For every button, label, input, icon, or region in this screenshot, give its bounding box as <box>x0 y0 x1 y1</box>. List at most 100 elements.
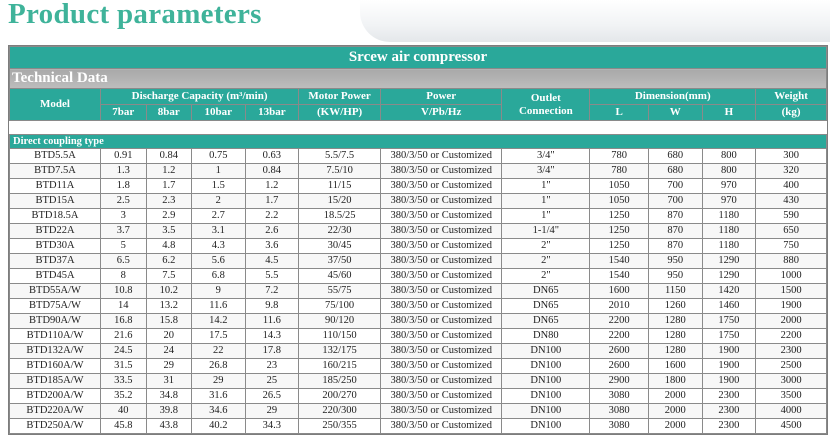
cell-outlet: 3/4" <box>501 148 591 164</box>
cell-dim-w: 1280 <box>647 313 703 329</box>
cell-model: BTD11A <box>9 178 101 194</box>
cell-dim-h: 1180 <box>701 223 757 239</box>
technical-data-row: Technical Data <box>9 68 827 89</box>
cell-weight: 2200 <box>755 328 827 344</box>
cell-dim-l: 2010 <box>589 298 649 314</box>
cell-dim-h: 1900 <box>701 358 757 374</box>
cell-cap-10bar: 11.6 <box>191 298 246 314</box>
cell-cap-7bar: 8 <box>100 268 147 284</box>
cell-cap-8bar: 2.3 <box>145 193 192 209</box>
cell-power: 380/3/50 or Customized <box>380 193 503 209</box>
table-row: BTD75A/W 14 13.2 11.6 9.8 75/100 380/3/50 or C… <box>9 298 827 314</box>
cell-cap-8bar: 43.8 <box>145 418 192 434</box>
cell-power: 380/3/50 or Customized <box>380 358 503 374</box>
cell-weight: 3000 <box>755 373 827 389</box>
cell-dim-l: 1050 <box>589 178 649 194</box>
cell-cap-10bar: 2.7 <box>191 208 246 224</box>
cell-motor-power: 37/50 <box>298 253 382 269</box>
table-row: BTD18.5A 3 2.9 2.7 2.2 18.5/25 380/3/50 or Cus… <box>9 208 827 224</box>
cell-outlet: DN100 <box>501 373 591 389</box>
cell-dim-w: 1280 <box>647 328 703 344</box>
cell-cap-10bar: 34.6 <box>191 403 246 419</box>
header-dim-w: W <box>647 104 703 121</box>
cell-dim-w: 2000 <box>647 403 703 419</box>
cell-power: 380/3/50 or Customized <box>380 148 503 164</box>
cell-weight: 1500 <box>755 283 827 299</box>
cell-weight: 320 <box>755 163 827 179</box>
cell-dim-l: 2600 <box>589 358 649 374</box>
cell-dim-l: 2900 <box>589 373 649 389</box>
cell-dim-w: 680 <box>647 163 703 179</box>
cell-cap-8bar: 1.7 <box>145 178 192 194</box>
header-pressure-13: 13bar <box>244 104 300 121</box>
table-row: BTD220A/W 40 39.8 34.6 29 220/300 380/3/50 or … <box>9 403 827 419</box>
cell-cap-13bar: 2.6 <box>244 223 300 239</box>
cell-cap-10bar: 14.2 <box>191 313 246 329</box>
spec-table: Srcew air compressor Technical Data Mode… <box>9 46 827 434</box>
cell-cap-7bar: 5 <box>100 238 147 254</box>
cell-cap-13bar: 9.8 <box>244 298 300 314</box>
cell-dim-w: 1600 <box>647 358 703 374</box>
cell-dim-w: 1800 <box>647 373 703 389</box>
cell-motor-power: 11/15 <box>298 178 382 194</box>
cell-cap-10bar: 4.3 <box>191 238 246 254</box>
cell-weight: 300 <box>755 148 827 164</box>
cell-outlet: DN100 <box>501 418 591 434</box>
cell-motor-power: 250/355 <box>298 418 382 434</box>
cell-dim-w: 680 <box>647 148 703 164</box>
cell-weight: 4500 <box>755 418 827 434</box>
table-row: BTD15A 2.5 2.3 2 1.7 15/20 380/3/50 or Customi… <box>9 193 827 209</box>
header-discharge: Discharge Capacity (m³/min) <box>99 88 300 105</box>
cell-dim-w: 1280 <box>647 343 703 359</box>
cell-cap-10bar: 1.5 <box>191 178 246 194</box>
header-outlet-sub: Connection <box>518 104 573 117</box>
cell-cap-8bar: 34.8 <box>145 388 192 404</box>
cell-outlet: 2" <box>501 268 591 284</box>
cell-dim-l: 1540 <box>589 268 649 284</box>
cell-cap-7bar: 31.5 <box>100 358 147 374</box>
cell-cap-10bar: 6.8 <box>191 268 246 284</box>
cell-cap-10bar: 40.2 <box>191 418 246 434</box>
table-row: BTD5.5A 0.91 0.84 0.75 0.63 5.5/7.5 380/3/50 o… <box>9 148 827 164</box>
cell-dim-h: 1900 <box>701 343 757 359</box>
cell-weight: 2500 <box>755 358 827 374</box>
cell-model: BTD90A/W <box>9 313 101 329</box>
cell-dim-w: 870 <box>647 238 703 254</box>
cell-cap-7bar: 6.5 <box>100 253 147 269</box>
cell-model: BTD7.5A <box>9 163 101 179</box>
cell-cap-8bar: 15.8 <box>145 313 192 329</box>
cell-motor-power: 15/20 <box>298 193 382 209</box>
cell-cap-13bar: 5.5 <box>244 268 300 284</box>
table-row: BTD132A/W 24.5 24 22 17.8 132/175 380/3/50 or … <box>9 343 827 359</box>
cell-cap-8bar: 1.2 <box>145 163 192 179</box>
cell-dim-l: 1600 <box>589 283 649 299</box>
cell-cap-7bar: 1.3 <box>100 163 147 179</box>
cell-model: BTD18.5A <box>9 208 101 224</box>
cell-dim-h: 1750 <box>701 328 757 344</box>
cell-dim-h: 800 <box>701 148 757 164</box>
cell-weight: 750 <box>755 238 827 254</box>
header-power-unit: V/Pb/Hz <box>380 104 503 121</box>
cell-power: 380/3/50 or Customized <box>380 208 503 224</box>
cell-cap-10bar: 2 <box>191 193 246 209</box>
cell-power: 380/3/50 or Customized <box>380 373 503 389</box>
cell-power: 380/3/50 or Customized <box>380 178 503 194</box>
cell-model: BTD132A/W <box>9 343 101 359</box>
cell-cap-10bar: 1 <box>191 163 246 179</box>
cell-dim-l: 3080 <box>589 388 649 404</box>
cell-outlet: DN100 <box>501 388 591 404</box>
cell-cap-8bar: 10.2 <box>145 283 192 299</box>
cell-cap-10bar: 3.1 <box>191 223 246 239</box>
cell-cap-7bar: 16.8 <box>100 313 147 329</box>
cell-cap-8bar: 3.5 <box>145 223 192 239</box>
cell-outlet: 1" <box>501 193 591 209</box>
section-row: Direct coupling type <box>9 134 827 149</box>
cell-dim-h: 2300 <box>701 388 757 404</box>
header-outlet-label: Outlet <box>530 91 561 104</box>
cell-model: BTD5.5A <box>9 148 101 164</box>
cell-motor-power: 30/45 <box>298 238 382 254</box>
cell-dim-w: 1150 <box>647 283 703 299</box>
spacer-row <box>9 120 827 135</box>
cell-cap-13bar: 2.2 <box>244 208 300 224</box>
cell-cap-10bar: 9 <box>191 283 246 299</box>
